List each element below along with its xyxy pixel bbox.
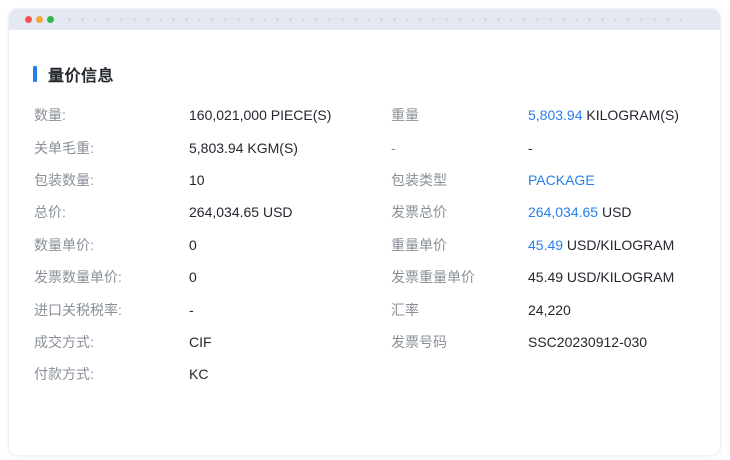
- field-row-left: 付款方式: KC: [34, 358, 391, 390]
- field-value-text: 160,021,000 PIECE(S): [189, 107, 332, 124]
- field-value-text: 24,220: [528, 301, 571, 318]
- field-row-right: 发票号码 SSC20230912-030: [391, 326, 720, 358]
- field-row-right: 重量单价 45.49 USD/KILOGRAM: [391, 229, 720, 261]
- titlebar-dots-decoration: [63, 16, 688, 23]
- field-value-text: 0: [189, 236, 197, 253]
- field-label: -: [391, 139, 396, 156]
- section-accent-bar: [33, 66, 37, 82]
- field-value: -: [189, 302, 194, 318]
- field-label: 包装数量:: [34, 171, 94, 188]
- field-value-text: CIF: [189, 333, 212, 350]
- field-value: 45.49 USD/KILOGRAM: [528, 237, 674, 253]
- field-label: 成交方式:: [34, 333, 94, 350]
- close-button[interactable]: [25, 16, 32, 23]
- field-label: 重量: [391, 107, 419, 124]
- field-label: 重量单价: [391, 236, 447, 253]
- field-value: 264,034.65 USD: [189, 204, 293, 220]
- field-value-text: SSC20230912-030: [528, 333, 648, 350]
- field-label: 进口关税税率:: [34, 301, 122, 318]
- field-label: 总价:: [34, 204, 66, 221]
- field-row-left: 发票数量单价: 0: [34, 261, 391, 293]
- field-row-right: --: [391, 131, 720, 163]
- info-grid: 数量: 160,021,000 PIECE(S) 关单毛重: 5,803.94 KGM…: [34, 99, 720, 391]
- field-value: PACKAGE: [528, 172, 595, 188]
- field-label: 发票总价: [391, 204, 447, 221]
- field-row-left: 数量单价: 0: [34, 229, 391, 261]
- section-header: 量价信息: [33, 62, 720, 86]
- field-value: 5,803.94 KILOGRAM(S): [528, 107, 679, 123]
- field-value-text: KILOGRAM(S): [582, 107, 679, 124]
- field-value-text: -: [528, 139, 533, 156]
- field-row-right: 发票重量单价 45.49 USD/KILOGRAM: [391, 261, 720, 293]
- field-value-highlight: PACKAGE: [528, 171, 595, 188]
- field-value-text: 45.49 USD/KILOGRAM: [528, 269, 675, 286]
- field-row-right: 汇率 24,220: [391, 293, 720, 325]
- field-label: 包装类型: [391, 171, 447, 188]
- field-row-right: 包装类型 PACKAGE: [391, 164, 720, 196]
- field-label: 关单毛重:: [34, 139, 94, 156]
- window-controls: [25, 16, 54, 23]
- field-label: 付款方式:: [34, 366, 94, 383]
- field-value: SSC20230912-030: [528, 334, 647, 350]
- field-value: 5,803.94 KGM(S): [189, 140, 298, 156]
- page-title: 量价信息: [48, 68, 115, 85]
- field-value-text: USD: [598, 204, 632, 221]
- field-value-text: USD/KILOGRAM: [563, 236, 675, 253]
- field-row-left: 进口关税税率: -: [34, 293, 391, 325]
- field-label: 发票数量单价:: [34, 269, 122, 286]
- field-value-text: KC: [189, 366, 209, 383]
- field-value: CIF: [189, 334, 212, 350]
- fields-column-left: 数量: 160,021,000 PIECE(S) 关单毛重: 5,803.94 KGM…: [34, 99, 391, 391]
- window-titlebar: [9, 9, 720, 30]
- field-row-left: 总价: 264,034.65 USD: [34, 196, 391, 228]
- field-row-right: 重量 5,803.94 KILOGRAM(S): [391, 99, 720, 131]
- field-value: 0: [189, 269, 197, 285]
- field-value-highlight: 264,034.65: [528, 204, 599, 221]
- field-label: 发票号码: [391, 333, 447, 350]
- field-label: 数量:: [34, 107, 66, 124]
- field-value: 24,220: [528, 302, 571, 318]
- field-value: 264,034.65 USD: [528, 204, 632, 220]
- minimize-button[interactable]: [36, 16, 43, 23]
- field-value-text: 10: [189, 171, 205, 188]
- field-value-text: 264,034.65 USD: [189, 204, 293, 221]
- field-row-left: 关单毛重: 5,803.94 KGM(S): [34, 131, 391, 163]
- field-value: KC: [189, 366, 208, 382]
- field-label: 数量单价:: [34, 236, 94, 253]
- field-row-left: 数量: 160,021,000 PIECE(S): [34, 99, 391, 131]
- maximize-button[interactable]: [47, 16, 54, 23]
- field-value-highlight: 5,803.94: [528, 107, 583, 124]
- field-value-text: 5,803.94 KGM(S): [189, 139, 298, 156]
- field-value: 45.49 USD/KILOGRAM: [528, 269, 674, 285]
- field-value: 0: [189, 237, 197, 253]
- window-card: 量价信息 数量: 160,021,000 PIECE(S) 关单毛重: 5,803.9…: [8, 8, 721, 456]
- field-row-right: 发票总价 264,034.65 USD: [391, 196, 720, 228]
- field-label: 汇率: [391, 301, 419, 318]
- field-row-left: 成交方式: CIF: [34, 326, 391, 358]
- field-label: 发票重量单价: [391, 269, 475, 286]
- field-row-left: 包装数量: 10: [34, 164, 391, 196]
- fields-column-right: 重量 5,803.94 KILOGRAM(S) - - 包装类型 PACKAGE 发票总价 2…: [391, 99, 720, 391]
- field-value-text: 0: [189, 269, 197, 286]
- field-value: -: [528, 140, 533, 156]
- field-value-text: -: [189, 301, 194, 318]
- field-value: 10: [189, 172, 205, 188]
- field-value: 160,021,000 PIECE(S): [189, 107, 331, 123]
- field-value-highlight: 45.49: [528, 236, 564, 253]
